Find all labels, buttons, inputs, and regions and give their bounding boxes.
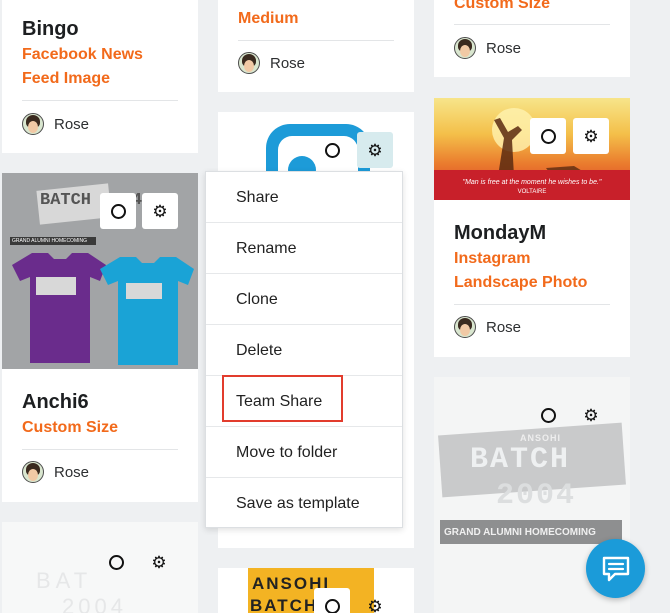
- chat-button[interactable]: [586, 539, 645, 598]
- design-card-anchi6[interactable]: BATCH 2004 GRAND ALUMNI HOMECOMING ⚙ Anc…: [2, 173, 198, 502]
- thumbnail-faded-year: 2004: [62, 594, 127, 613]
- card-author: Rose: [238, 52, 305, 74]
- avatar: [22, 113, 44, 135]
- card-title: MondayM: [454, 222, 547, 244]
- select-button[interactable]: [98, 544, 134, 580]
- author-name: Rose: [54, 463, 90, 481]
- gear-icon: ⚙: [367, 140, 383, 160]
- select-button[interactable]: [100, 193, 136, 229]
- card-type: Custom Size: [22, 419, 119, 436]
- design-card-mondaym[interactable]: "Man is free at the moment he wishes to …: [434, 98, 630, 357]
- logo-top-text: ANSOHI: [520, 433, 562, 443]
- author-name: Rose: [270, 54, 306, 72]
- author-name: Rose: [486, 318, 522, 336]
- card-title: Bingo: [22, 18, 79, 40]
- menu-item-clone[interactable]: Clone: [206, 274, 402, 325]
- quote-text: "Man is free at the moment he wishes to …: [462, 179, 602, 186]
- select-button[interactable]: [530, 397, 566, 433]
- card-type: Feed Image: [22, 70, 111, 87]
- gear-icon: ⚙: [583, 405, 599, 425]
- menu-item-share[interactable]: Share: [206, 172, 402, 223]
- gear-icon: ⚙: [367, 596, 383, 613]
- gear-icon: ⚙: [152, 201, 168, 221]
- avatar: [454, 316, 476, 338]
- card-type: Facebook News: [22, 46, 143, 63]
- card-type: Medium: [238, 10, 299, 27]
- logo-banner-text: GRAND ALUMNI HOMECOMING: [444, 527, 596, 538]
- card-divider: [238, 40, 394, 41]
- avatar: [238, 52, 260, 74]
- card-divider: [454, 24, 610, 25]
- quote-author: VOLTAIRE: [517, 189, 547, 195]
- author-name: Rose: [486, 39, 522, 57]
- circle-select-icon: [540, 407, 556, 423]
- design-card-bottom-mid[interactable]: ANSOHI BATCH ⚙: [218, 568, 414, 613]
- card-author: Rose: [22, 113, 89, 135]
- circle-select-icon: [324, 598, 340, 613]
- card-divider: [22, 449, 178, 450]
- menu-item-move-to-folder[interactable]: Move to folder: [206, 427, 402, 478]
- circle-select-icon: [324, 142, 340, 158]
- circle-select-icon: [108, 554, 124, 570]
- avatar: [22, 461, 44, 483]
- menu-item-rename[interactable]: Rename: [206, 223, 402, 274]
- settings-button[interactable]: ⚙: [142, 193, 178, 229]
- card-type: Instagram: [454, 250, 531, 267]
- logo-year-text: 2004: [496, 479, 577, 513]
- chat-icon: [602, 556, 629, 581]
- card-author: Rose: [454, 316, 521, 338]
- circle-select-icon: [540, 128, 556, 144]
- card-title: Anchi6: [22, 391, 89, 413]
- settings-button[interactable]: ⚙: [357, 132, 393, 168]
- card-type: Custom Size: [454, 0, 551, 12]
- design-card-custom-top[interactable]: Custom Size Rose: [434, 0, 630, 77]
- menu-item-save-as-template[interactable]: Save as template: [206, 478, 402, 529]
- settings-button[interactable]: ⚙: [573, 118, 609, 154]
- settings-button[interactable]: ⚙: [573, 397, 609, 433]
- gear-icon: ⚙: [583, 126, 599, 146]
- card-divider: [22, 100, 178, 101]
- team-share-highlight: [222, 375, 343, 422]
- select-button[interactable]: [314, 588, 350, 613]
- design-card-bingo[interactable]: Bingo Facebook News Feed Image Rose: [2, 0, 198, 153]
- circle-select-icon: [110, 203, 126, 219]
- banner-text: GRAND ALUMNI HOMECOMING: [12, 238, 88, 244]
- logo-main-text: BATCH: [470, 443, 571, 477]
- author-name: Rose: [54, 115, 90, 133]
- design-card-bottom-left[interactable]: BAT 2004 ⚙: [2, 522, 198, 613]
- select-button[interactable]: [530, 118, 566, 154]
- card-author: Rose: [22, 461, 89, 483]
- select-button[interactable]: [314, 132, 350, 168]
- thumbnail-text: BATCH: [250, 596, 319, 613]
- gear-icon: ⚙: [151, 552, 167, 572]
- card-author: Rose: [454, 37, 521, 59]
- settings-button[interactable]: ⚙: [357, 588, 393, 613]
- thumbnail-faded-text: BAT: [36, 568, 93, 593]
- context-menu: Share Rename Clone Delete Team Share Mov…: [205, 171, 403, 528]
- card-divider: [454, 304, 610, 305]
- settings-button[interactable]: ⚙: [141, 544, 177, 580]
- card-type: Landscape Photo: [454, 274, 588, 291]
- design-card-medium[interactable]: Medium Rose: [218, 0, 414, 92]
- menu-item-delete[interactable]: Delete: [206, 325, 402, 376]
- avatar: [454, 37, 476, 59]
